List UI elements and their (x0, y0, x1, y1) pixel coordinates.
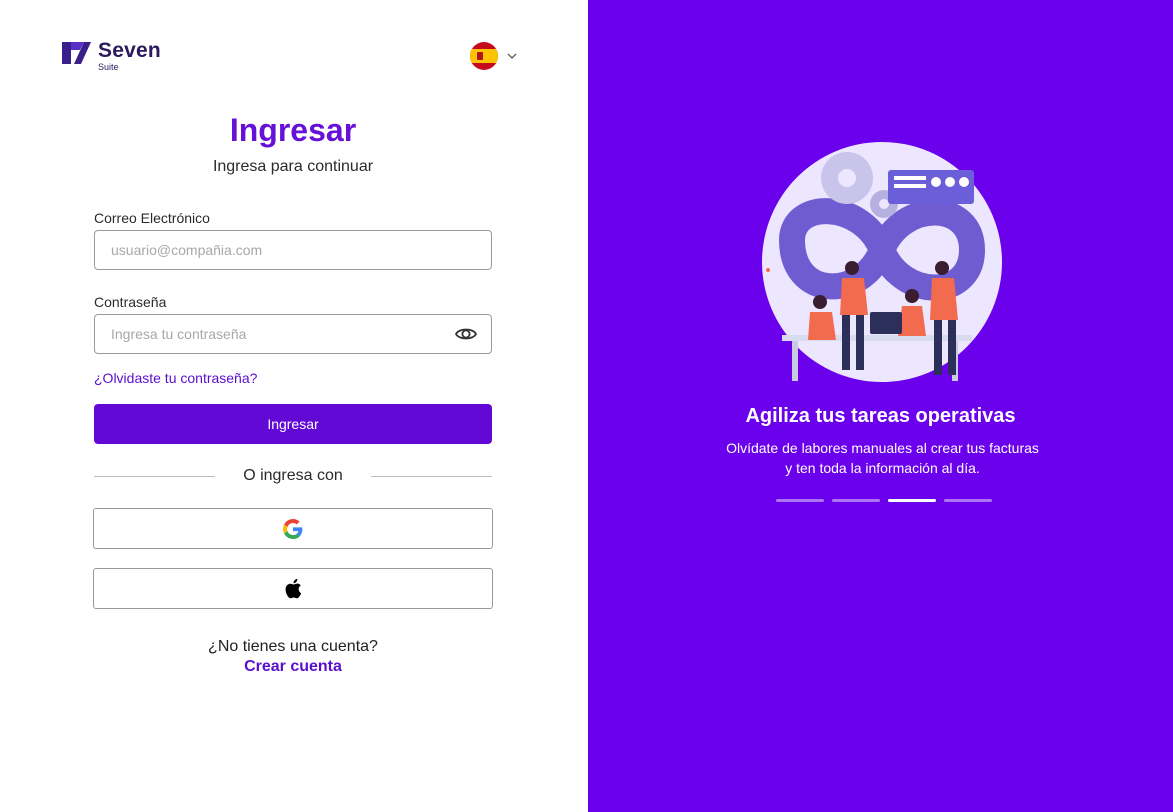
brand-name: Seven (98, 39, 161, 62)
promo-text-line-1: Olvídate de labores manuales al crear tu… (726, 440, 1039, 456)
password-field[interactable] (94, 314, 492, 354)
carousel-indicators (776, 499, 992, 502)
login-panel: Seven Suite Ingresar Ingresa para contin… (0, 0, 588, 812)
brand-logo: Seven Suite (62, 40, 161, 72)
page-title: Ingresar (229, 112, 357, 148)
apple-icon (285, 578, 302, 599)
page-subtitle: Ingresa para continuar (212, 158, 374, 175)
carousel-dot[interactable] (776, 499, 824, 502)
promo-title: Agiliza tus tareas operativas (745, 405, 1016, 427)
apple-login-button[interactable] (93, 568, 493, 609)
chevron-down-icon (507, 53, 517, 60)
brand-sub: Suite (98, 62, 119, 72)
google-icon (283, 518, 303, 539)
eye-icon[interactable] (455, 324, 477, 344)
email-field[interactable] (94, 230, 492, 270)
login-button[interactable]: Ingresar (94, 404, 492, 444)
carousel-dot[interactable] (832, 499, 880, 502)
carousel-dot-active[interactable] (888, 499, 936, 502)
no-account-text: ¿No tienes una cuenta? (208, 638, 378, 655)
teamwork-illustration (762, 142, 1002, 382)
email-label: Correo Electrónico (94, 210, 210, 226)
language-selector[interactable] (470, 42, 518, 70)
forgot-password-link[interactable]: ¿Olvidaste tu contraseña? (94, 370, 257, 386)
spain-flag-icon (470, 42, 498, 70)
promo-text: Olvídate de labores manuales al crear tu… (690, 438, 1075, 478)
password-label: Contraseña (94, 294, 167, 310)
google-login-button[interactable] (93, 508, 493, 549)
promo-text-line-2: y ten toda la información al día. (785, 460, 980, 476)
create-account-link[interactable]: Crear cuenta (94, 658, 492, 676)
divider-right (371, 476, 492, 477)
seven-logo-icon (62, 42, 91, 64)
divider-left (94, 476, 215, 477)
carousel-dot[interactable] (944, 499, 992, 502)
divider-text: O ingresa con (243, 467, 343, 484)
